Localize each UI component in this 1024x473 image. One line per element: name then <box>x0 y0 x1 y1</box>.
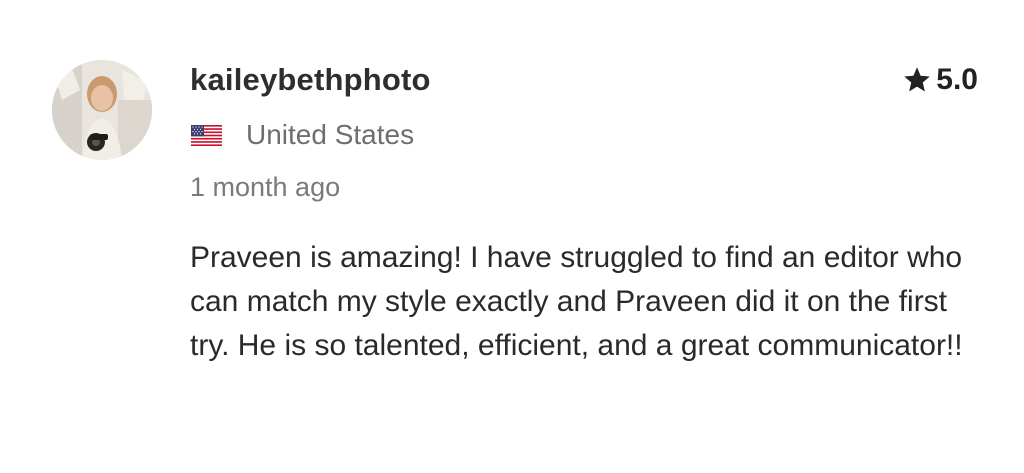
country-name: United States <box>246 119 415 150</box>
avatar-photo <box>52 60 152 160</box>
review-text: Praveen is amazing! I have struggled to … <box>190 241 963 362</box>
star-icon <box>904 67 931 92</box>
avatar[interactable] <box>52 60 152 160</box>
review-card: kaileybethphoto 5.0 United States 1 mont… <box>0 0 1024 473</box>
rating-value: 5.0 <box>936 63 978 96</box>
us-flag-icon <box>191 124 222 146</box>
reviewer-username[interactable]: kaileybethphoto <box>190 60 431 100</box>
reviewer-country: United States <box>191 115 414 155</box>
rating: 5.0 <box>902 60 978 100</box>
review-timestamp: 1 month ago <box>190 172 341 202</box>
